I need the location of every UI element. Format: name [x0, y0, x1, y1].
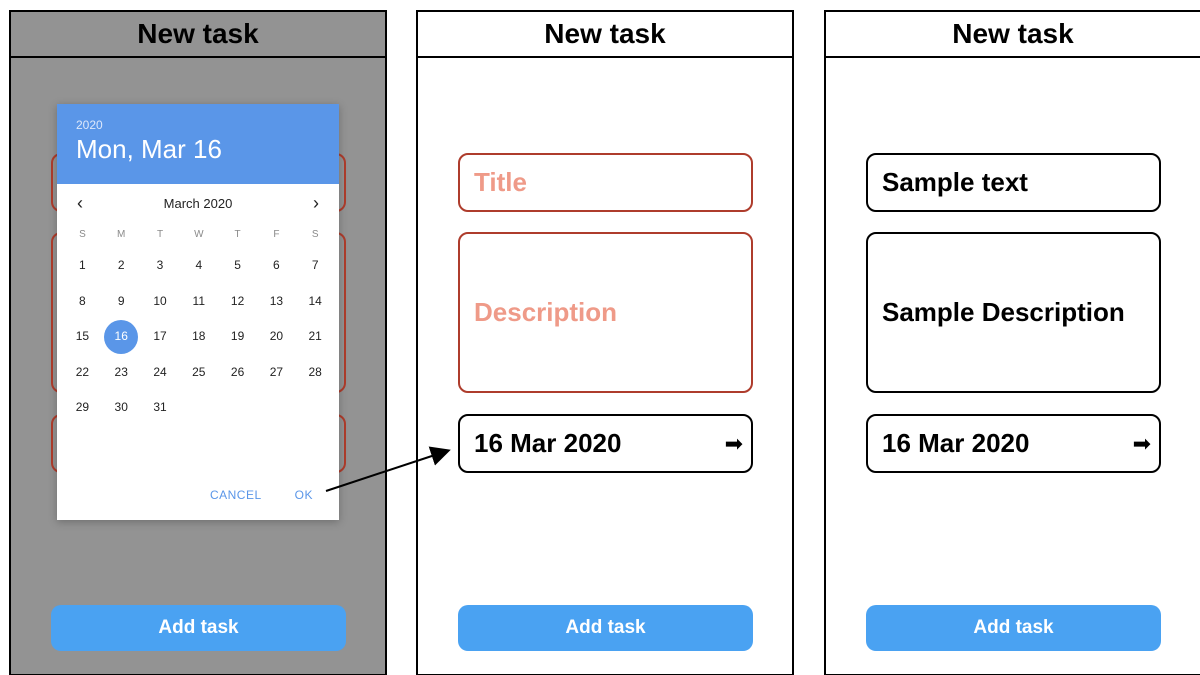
weekday-label: W: [194, 229, 204, 240]
calendar-day[interactable]: 2: [102, 248, 141, 284]
weekday-label: S: [311, 229, 319, 240]
screen-title: New task: [826, 12, 1200, 58]
calendar-day[interactable]: 9: [102, 284, 141, 320]
calendar-week: 15 16 17 18 19 20 21: [63, 319, 335, 355]
date-field[interactable]: 16 Mar 2020 ➡: [458, 414, 753, 473]
calendar-day[interactable]: 12: [218, 284, 257, 320]
date-picker-dialog: 2020 Mon, Mar 16 ‹ March 2020 › S M T W …: [57, 104, 339, 520]
calendar-day[interactable]: 26: [218, 355, 257, 391]
calendar-day[interactable]: 20: [257, 319, 296, 355]
date-value: 16 Mar 2020: [474, 428, 622, 458]
calendar-day[interactable]: 4: [179, 248, 218, 284]
calendar-day[interactable]: 19: [218, 319, 257, 355]
calendar-day[interactable]: 11: [179, 284, 218, 320]
calendar-day[interactable]: 23: [102, 355, 141, 391]
description-field[interactable]: Description: [458, 232, 753, 393]
date-field[interactable]: 16 Mar 2020 ➡: [866, 414, 1161, 473]
weekday-label: S: [79, 229, 86, 240]
calendar-day[interactable]: 15: [63, 319, 102, 355]
calendar-day[interactable]: 31: [141, 390, 180, 426]
calendar-day[interactable]: 25: [179, 355, 218, 391]
calendar-day[interactable]: 27: [257, 355, 296, 391]
calendar-week: 1234567: [63, 248, 335, 284]
calendar-day[interactable]: 17: [141, 319, 180, 355]
title-field[interactable]: Title: [458, 153, 753, 212]
calendar-day[interactable]: 21: [296, 319, 335, 355]
title-value: Sample text: [882, 167, 1028, 197]
weekday-label: T: [156, 229, 164, 240]
calendar-day[interactable]: 22: [63, 355, 102, 391]
calendar-week: 29 30 31: [63, 390, 335, 426]
weekday-label: F: [273, 229, 280, 240]
chevron-left-icon[interactable]: ‹: [77, 193, 83, 214]
calendar-empty-cell: [179, 390, 218, 426]
calendar-empty-cell: [257, 390, 296, 426]
weekday-label: M: [117, 229, 126, 240]
month-navigation: ‹ March 2020 ›: [57, 184, 339, 222]
description-value: Sample Description: [882, 297, 1125, 327]
calendar-day[interactable]: 5: [218, 248, 257, 284]
picker-selected-date: Mon, Mar 16: [76, 134, 222, 164]
calendar-day[interactable]: 28: [296, 355, 335, 391]
chevron-right-icon[interactable]: ›: [313, 193, 319, 214]
calendar-day[interactable]: 3: [141, 248, 180, 284]
calendar-empty-cell: [296, 390, 335, 426]
weekday-label: T: [234, 229, 241, 240]
date-value: 16 Mar 2020: [882, 428, 1030, 458]
calendar-day[interactable]: 6: [257, 248, 296, 284]
add-task-button[interactable]: Add task: [458, 605, 753, 651]
calendar-day[interactable]: 8: [63, 284, 102, 320]
calendar-day[interactable]: 29: [63, 390, 102, 426]
screen-filled-form: New task Sample text Sample Description …: [824, 10, 1200, 675]
calendar-day[interactable]: 10: [141, 284, 180, 320]
calendar-week: 22 23 24 25 26 27 28: [63, 355, 335, 391]
title-field[interactable]: Sample text: [866, 153, 1161, 212]
calendar-day[interactable]: 14: [296, 284, 335, 320]
calendar-empty-cell: [218, 390, 257, 426]
picker-year[interactable]: 2020: [76, 118, 339, 132]
screen-title: New task: [418, 12, 792, 58]
add-task-button[interactable]: Add task: [866, 605, 1161, 651]
month-label: March 2020: [163, 195, 233, 211]
title-placeholder: Title: [474, 167, 527, 197]
dialog-actions: CANCEL OK: [210, 488, 313, 502]
arrow-right-icon: ➡: [724, 430, 743, 456]
calendar-week: 8 9 10 11 12 13 14: [63, 284, 335, 320]
add-task-button[interactable]: Add task: [51, 605, 346, 651]
calendar-grid: S M T W T F S 1 2 3 4 5 6 7 8 9 10 11 12 13 14 15 16 17 1…: [63, 222, 335, 426]
cancel-button[interactable]: CANCEL: [210, 488, 262, 502]
description-placeholder: Description: [474, 297, 618, 327]
ok-button[interactable]: OK: [295, 488, 313, 502]
date-picker-header: 2020 Mon, Mar 16: [57, 104, 339, 184]
calendar-day[interactable]: 1: [63, 248, 102, 284]
description-field[interactable]: Sample Description: [866, 232, 1161, 393]
arrow-right-icon: ➡: [1132, 430, 1151, 456]
calendar-day[interactable]: 16: [102, 319, 141, 355]
screen-title: New task: [11, 12, 385, 58]
weekday-header: S M T W T F S: [63, 222, 335, 248]
calendar-day[interactable]: 18: [179, 319, 218, 355]
screen-empty-form: New task Title Description 16 Mar 2020 ➡…: [416, 10, 794, 675]
calendar-day[interactable]: 13: [257, 284, 296, 320]
calendar-day[interactable]: 24: [141, 355, 180, 391]
calendar-day[interactable]: 30: [102, 390, 141, 426]
calendar-day[interactable]: 7: [296, 248, 335, 284]
screen-date-picker: New task 2020 Mon, Mar 16 ‹ March 2020 ›…: [9, 10, 387, 675]
